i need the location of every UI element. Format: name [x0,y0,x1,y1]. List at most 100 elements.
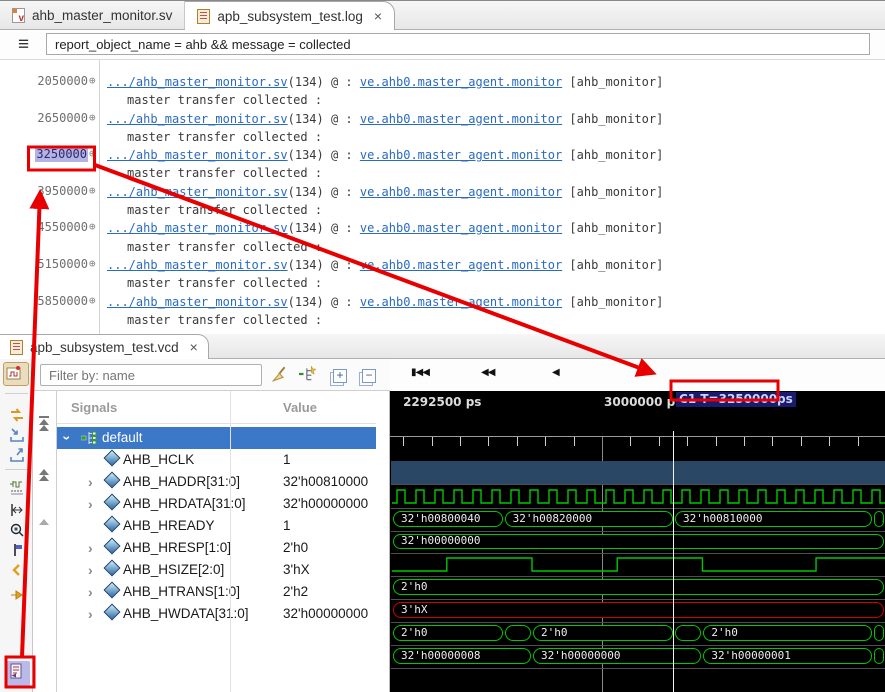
bus-segment: 32'h00000000 [393,534,884,549]
zoom-select-icon[interactable] [7,520,27,540]
cursor-span-icon[interactable] [7,500,27,520]
import-wave-icon[interactable] [7,425,27,445]
signal-value: 32'h00000000 [283,606,368,621]
wave-row-ahb_hclk[interactable] [391,486,885,509]
expand-entry-icon[interactable]: ⊕ [89,147,96,160]
step-back-button[interactable]: ◀ [552,367,559,378]
log-scope-link[interactable]: ve.ahb0.master_agent.monitor [360,258,562,272]
bus-segment: 32'h00820000 [505,511,673,527]
signal-row-ahb-hresp10[interactable]: ›AHB_HRESP[1:0]2'h0 [57,537,377,559]
menu-icon[interactable]: ≡ [18,34,29,56]
ruler-tick [801,437,802,446]
log-file-link[interactable]: .../ahb_master_monitor.sv [107,221,288,235]
compare-sync-icon[interactable] [7,405,27,425]
log-file-icon [197,9,210,24]
chevron-right-icon[interactable]: › [88,584,93,600]
fast-rewind-button[interactable]: ◀◀ [481,367,494,378]
wave-row-ahb_hresp[interactable]: 2'h0 [391,577,885,600]
wave-row-ahb_hready[interactable] [391,554,885,577]
chevron-right-icon[interactable]: › [88,540,93,556]
prev-marker-icon[interactable] [7,560,27,580]
log-view[interactable]: 2050000⊕.../ahb_master_monitor.sv(134) @… [0,60,885,334]
chevron-right-icon[interactable]: › [88,474,93,490]
log-scope-link[interactable]: ve.ahb0.master_agent.monitor [360,75,562,89]
wave-toolbar: ▮◀◀ ◀◀ ◀ [390,359,885,391]
bus-segment: 32'h00810000 [675,511,872,527]
log-scope-link[interactable]: ve.ahb0.master_agent.monitor [360,295,562,309]
clear-filter-broom-icon[interactable] [270,365,288,383]
bus-segment: 3 [874,511,884,527]
timing-measure-icon[interactable] [7,478,27,498]
log-editor-panel: ahb_master_monitor.sv apb_subsystem_test… [0,1,885,334]
expand-entry-icon[interactable]: ⊕ [89,184,96,197]
wave-row-ahb_haddr[interactable]: 32'h0080004032'h0082000032'h008100003 [391,509,885,532]
expand-entry-icon[interactable]: ⊕ [89,220,96,233]
log-file-link[interactable]: .../ahb_master_monitor.sv [107,185,288,199]
collapse-tree-icon[interactable] [299,365,317,383]
wave-row-ahb_hrdata[interactable]: 32'h00000000 [391,532,885,554]
collapse-all-icon[interactable]: − [359,367,377,385]
expand-entry-icon[interactable]: ⊕ [89,257,96,270]
vcd-file-icon [10,340,23,355]
log-scope-link[interactable]: ve.ahb0.master_agent.monitor [360,148,562,162]
wave-row-ahb_htrans[interactable]: 2'h02'h02'h0 [391,623,885,646]
wave-row-ahb_hwdata[interactable]: 32'h0000000832'h0000000032'h00000001 [391,646,885,669]
chevron-right-icon[interactable]: › [88,606,93,622]
chevron-right-icon[interactable]: › [88,562,93,578]
log-scope-link[interactable]: ve.ahb0.master_agent.monitor [360,112,562,126]
scroll-to-top-icon[interactable] [39,416,49,431]
signal-diamond-icon [104,472,121,489]
expand-entry-icon[interactable]: ⊕ [89,111,96,124]
wave-row-ahb_hsize[interactable]: 3'hX [391,600,885,623]
signal-row-ahb-htrans10[interactable]: ›AHB_HTRANS[1:0]2'h2 [57,581,377,603]
log-line-ref: (134) @ : [288,221,360,235]
expand-entry-icon[interactable]: ⊕ [89,294,96,307]
export-wave-icon[interactable] [7,445,27,465]
log-file-link[interactable]: .../ahb_master_monitor.sv [107,295,288,309]
application-window: ahb_master_monitor.sv apb_subsystem_test… [0,0,885,692]
close-icon[interactable]: × [374,9,382,23]
tree-scrollbar[interactable] [376,391,390,692]
signal-group-row-default[interactable]: ›default [57,427,377,449]
next-marker-icon[interactable] [7,585,27,605]
vcd-viewer-panel: apb_subsystem_test.vcd × + − Signals [0,334,885,692]
close-icon[interactable]: × [190,340,198,354]
marker-icon[interactable] [7,540,27,560]
signal-row-ahb-haddr310[interactable]: ›AHB_HADDR[31:0]32'h00810000 [57,471,377,493]
tab-ahb-master-monitor-sv[interactable]: ahb_master_monitor.sv [0,1,185,29]
tab-label: ahb_master_monitor.sv [32,8,172,23]
page-up-icon[interactable] [39,469,49,481]
waveform-editor-icon[interactable] [3,362,29,386]
chevron-right-icon[interactable]: › [88,496,93,512]
step-up-icon[interactable] [39,519,49,525]
log-filter-input[interactable] [46,33,870,55]
signal-filter-input[interactable] [40,364,262,386]
signal-row-ahb-hwdata310[interactable]: ›AHB_HWDATA[31:0]32'h00000000 [57,603,377,625]
log-file-link[interactable]: .../ahb_master_monitor.sv [107,148,288,162]
open-log-icon[interactable] [6,661,30,687]
signal-name: AHB_HADDR[31:0] [123,474,240,489]
tab-apb-subsystem-test-vcd[interactable]: apb_subsystem_test.vcd × [0,334,209,359]
expand-all-icon[interactable]: + [330,367,348,385]
log-file-link[interactable]: .../ahb_master_monitor.sv [107,75,288,89]
log-scope-link[interactable]: ve.ahb0.master_agent.monitor [360,221,562,235]
log-file-link[interactable]: .../ahb_master_monitor.sv [107,258,288,272]
cursor-line[interactable] [673,431,674,692]
log-file-link[interactable]: .../ahb_master_monitor.sv [107,112,288,126]
log-scope-link[interactable]: ve.ahb0.master_agent.monitor [360,185,562,199]
tab-apb-subsystem-test-log[interactable]: apb_subsystem_test.log × [185,1,395,30]
log-timestamp: 3250000 [30,147,88,161]
skip-to-start-button[interactable]: ▮◀◀ [411,367,429,378]
scroll-lane [33,391,56,692]
signal-row-ahb-hsize20[interactable]: ›AHB_HSIZE[2:0]3'hX [57,559,377,581]
expand-entry-icon[interactable]: ⊕ [89,74,96,87]
wave-row-group-default[interactable] [391,461,885,485]
waveform-canvas[interactable]: 2292500 ps3000000 ps32'h0080004032'h0082… [390,391,885,692]
signal-value: 2'h2 [283,584,308,599]
signal-row-ahb-hready[interactable]: AHB_HREADY1 [57,515,377,537]
ruler-tick [545,437,546,446]
signal-row-ahb-hrdata310[interactable]: ›AHB_HRDATA[31:0]32'h00000000 [57,493,377,515]
chevron-down-icon[interactable]: › [59,436,75,441]
ruler-tick [744,437,745,446]
signal-row-ahb-hclk[interactable]: AHB_HCLK1 [57,449,377,471]
